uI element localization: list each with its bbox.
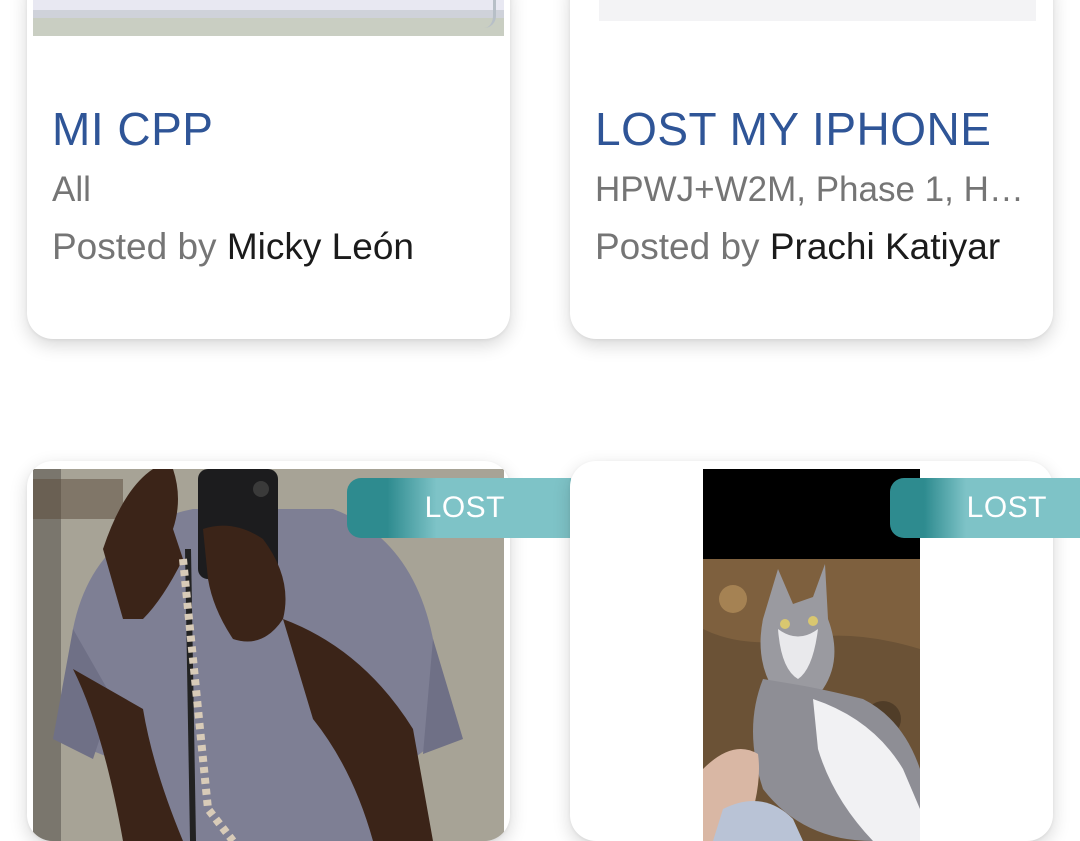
listing-location: HPWJ+W2M, Phase 1, Hi... (595, 170, 1025, 209)
posted-by-label: Posted by (52, 226, 217, 267)
listing-image (33, 0, 504, 36)
listing-card-lost-iphone[interactable]: LOST MY IPHONE HPWJ+W2M, Phase 1, Hi... … (570, 0, 1053, 339)
listing-location: All (52, 170, 91, 209)
posted-by: Posted by Micky León (52, 226, 414, 268)
cat-photo-drawing (703, 469, 920, 841)
listing-title: MI CPP (52, 103, 214, 155)
posted-by: Posted by Prachi Katiyar (595, 226, 1000, 268)
listing-card-mi-cpp[interactable]: MI CPP All Posted by Micky León (27, 0, 510, 339)
status-badge-lost: LOST (347, 478, 571, 538)
listing-image (599, 0, 1036, 21)
author-name: Micky León (226, 226, 414, 267)
author-name: Prachi Katiyar (769, 226, 1001, 267)
listing-title: LOST MY IPHONE (595, 103, 992, 155)
listing-photo-cat (703, 469, 920, 841)
posted-by-label: Posted by (595, 226, 760, 267)
status-badge-lost: LOST (890, 478, 1080, 538)
